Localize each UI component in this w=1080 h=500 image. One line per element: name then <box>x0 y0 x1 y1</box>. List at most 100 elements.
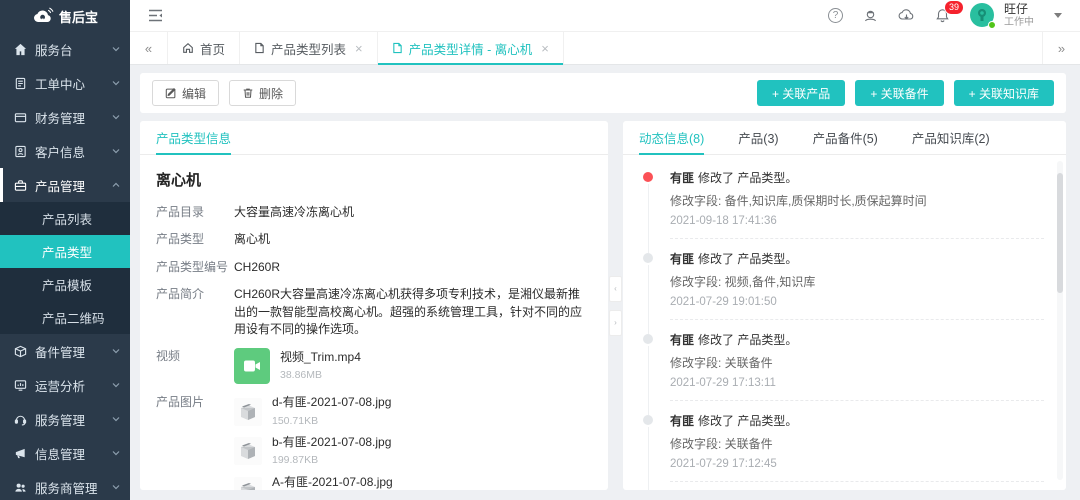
sidebar-item-work-order[interactable]: 工单中心 <box>0 66 130 100</box>
chevron-down-icon <box>112 415 120 423</box>
timeline-action: 修改了 产品类型。 <box>698 171 797 185</box>
document-icon <box>392 42 403 54</box>
help-icon[interactable]: ? <box>828 8 843 23</box>
expand-right-icon[interactable]: › <box>609 310 622 336</box>
sidebar-item-product[interactable]: 产品管理 <box>0 168 130 202</box>
caret-down-icon[interactable] <box>1054 13 1062 18</box>
sidebar-item-service-desk[interactable]: 服务台 <box>0 32 130 66</box>
chevron-down-icon <box>112 483 120 491</box>
support-agent-icon[interactable] <box>863 8 878 23</box>
timeline-user: 有匪 <box>670 171 694 185</box>
field-label: 视频 <box>156 348 234 384</box>
tabs-scroll-right-icon[interactable]: » <box>1042 32 1080 64</box>
image-file[interactable]: A-有匪-2021-07-08.jpg 153.42KB <box>234 474 393 490</box>
delete-button[interactable]: 删除 <box>229 80 296 106</box>
chevron-down-icon <box>112 347 120 355</box>
edit-button-label: 编辑 <box>182 85 206 102</box>
file-size: 38.86MB <box>280 368 361 383</box>
field-row: 产品简介 CH260R大容量高速冷冻离心机获得多项专利技术，是湘仪最新推出的一款… <box>156 286 592 338</box>
chevron-down-icon <box>112 113 120 121</box>
tab-product-type-detail[interactable]: 产品类型详情 - 离心机 × <box>378 32 564 64</box>
tab-product-type-list[interactable]: 产品类型列表 × <box>240 32 378 64</box>
link-product-button[interactable]: + 关联产品 <box>757 80 845 106</box>
tab-home[interactable]: 首页 <box>168 32 240 64</box>
submenu-item-product-list[interactable]: 产品列表 <box>0 202 130 235</box>
tab-activity-feed[interactable]: 动态信息(8) <box>639 121 704 154</box>
tab-label: 产品类型详情 - 离心机 <box>409 39 533 58</box>
scrollbar-track[interactable] <box>1057 161 1063 480</box>
timeline-separator <box>670 400 1044 401</box>
sidebar-item-spare-parts[interactable]: 备件管理 <box>0 334 130 368</box>
tab-product-type-info[interactable]: 产品类型信息 <box>156 121 231 154</box>
tab-products[interactable]: 产品(3) <box>738 121 778 154</box>
sidebar-item-customer[interactable]: 客户信息 <box>0 134 130 168</box>
notification-bell-icon[interactable]: 39 <box>935 8 950 23</box>
submenu-item-product-qrcode[interactable]: 产品二维码 <box>0 301 130 334</box>
home-icon <box>182 42 194 54</box>
file-name: b-有匪-2021-07-08.jpg <box>272 434 391 451</box>
image-thumbnail <box>234 477 262 490</box>
file-name: d-有匪-2021-07-08.jpg <box>272 394 391 411</box>
tab-product-spare-parts[interactable]: 产品备件(5) <box>813 121 878 154</box>
collapse-left-icon[interactable]: ‹ <box>609 276 622 302</box>
field-label: 产品类型 <box>156 231 234 248</box>
sidebar-item-finance[interactable]: 财务管理 <box>0 100 130 134</box>
submenu-item-product-template[interactable]: 产品模板 <box>0 268 130 301</box>
avatar[interactable] <box>970 3 994 27</box>
sidebar-item-label: 产品管理 <box>35 176 85 195</box>
tab-product-knowledge-base[interactable]: 产品知识库(2) <box>912 121 990 154</box>
sidebar-item-label: 服务管理 <box>35 410 85 429</box>
submenu-item-label: 产品二维码 <box>42 308 105 327</box>
field-value: 离心机 <box>234 231 592 248</box>
product-images-row: 产品图片 d-有匪-2021-07-08.jpg 150.71KB <box>156 394 592 490</box>
timeline-user: 有匪 <box>670 414 694 428</box>
file-name: 视频_Trim.mp4 <box>280 349 361 366</box>
field-value: CH260R <box>234 259 592 276</box>
image-file[interactable]: d-有匪-2021-07-08.jpg 150.71KB <box>234 394 393 429</box>
timeline-action: 修改了 产品类型。 <box>698 333 797 347</box>
timeline-item: 有匪修改了 产品类型。 修改字段: 关联备件 2021-07-29 17:12:… <box>643 412 1044 482</box>
sidebar: 售后宝 服务台 工单中心 财务管理 客户信息 <box>0 0 130 500</box>
video-file[interactable]: 视频_Trim.mp4 38.86MB <box>234 348 361 384</box>
detail-toolbar: 编辑 删除 + 关联产品 + 关联备件 + 关联知识库 <box>140 73 1066 113</box>
tab-close-icon[interactable]: × <box>541 42 549 55</box>
sidebar-item-message-mgmt[interactable]: 信息管理 <box>0 436 130 470</box>
timeline-time: 2021-07-29 17:12:45 <box>670 458 1044 470</box>
image-file[interactable]: b-有匪-2021-07-08.jpg 199.87KB <box>234 434 393 469</box>
timeline-dot <box>643 334 653 344</box>
submenu-item-label: 产品类型 <box>42 242 92 261</box>
sidebar-item-provider-mgmt[interactable]: 服务商管理 <box>0 470 130 500</box>
user-meta[interactable]: 旺仔 工作中 <box>1004 3 1034 28</box>
timeline-time: 2021-07-29 19:01:50 <box>670 296 1044 308</box>
tab-close-icon[interactable]: × <box>355 42 363 55</box>
scrollbar-thumb[interactable] <box>1057 173 1063 293</box>
sidebar-item-label: 客户信息 <box>35 142 85 161</box>
timeline-time: 2021-09-18 17:41:36 <box>670 215 1044 227</box>
product-icon <box>14 179 27 192</box>
customer-icon <box>14 145 27 158</box>
provider-icon <box>14 481 27 494</box>
menu-fold-icon[interactable] <box>148 9 163 22</box>
link-spare-parts-button[interactable]: + 关联备件 <box>855 80 943 106</box>
timeline-item: 有匪修改了 产品类型。 修改字段: 备件,知识库,质保期时长,质保起算时间 20… <box>643 169 1044 239</box>
message-icon <box>14 447 27 460</box>
field-label: 产品图片 <box>156 394 234 490</box>
submenu-item-product-type[interactable]: 产品类型 <box>0 235 130 268</box>
submenu-item-label: 产品列表 <box>42 209 92 228</box>
timeline-time: 2021-07-29 17:13:11 <box>670 377 1044 389</box>
tabs-scroll-left-icon[interactable]: « <box>130 32 168 64</box>
sidebar-item-service-mgmt[interactable]: 服务管理 <box>0 402 130 436</box>
timeline-fields: 修改字段: 视频,备件,知识库 <box>670 273 1044 290</box>
sidebar-item-analytics[interactable]: 运营分析 <box>0 368 130 402</box>
work-order-icon <box>14 77 27 90</box>
video-row: 视频 视频_Trim.mp4 38.86MB <box>156 348 592 384</box>
activity-panel: 动态信息(8) 产品(3) 产品备件(5) 产品知识库(2) 有匪修改了 产品类… <box>623 121 1066 490</box>
cloud-download-icon[interactable] <box>898 8 915 22</box>
field-label: 产品类型编号 <box>156 259 234 276</box>
sidebar-item-label: 财务管理 <box>35 108 85 127</box>
content-area: 编辑 删除 + 关联产品 + 关联备件 + 关联知识库 产品类型信息 <box>130 65 1080 500</box>
timeline-item: 有匪修改了 产品类型。 修改字段: 关联备件 2021-07-29 17:13:… <box>643 331 1044 401</box>
edit-button[interactable]: 编辑 <box>152 80 219 106</box>
product-images-list: d-有匪-2021-07-08.jpg 150.71KB b-有匪-2021-0… <box>234 394 393 490</box>
link-knowledge-base-button[interactable]: + 关联知识库 <box>954 80 1054 106</box>
